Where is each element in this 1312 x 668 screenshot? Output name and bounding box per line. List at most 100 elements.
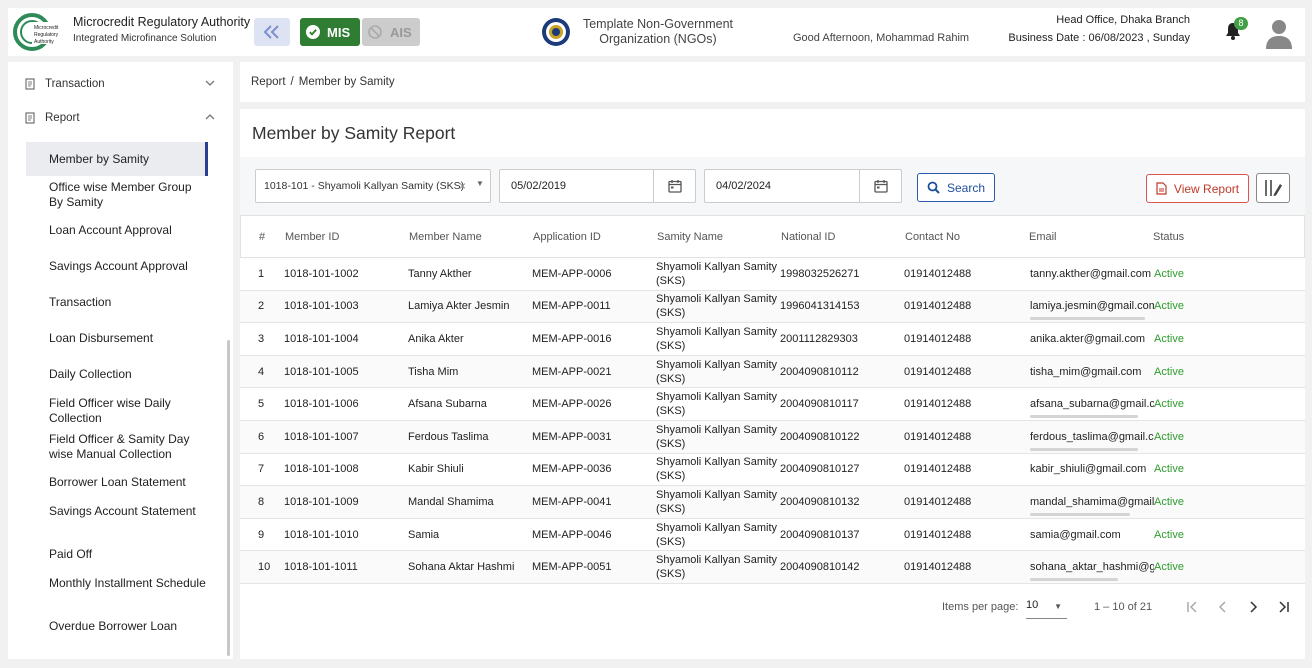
samity-name: Shyamoli Kallyan Samity (SKS) (656, 325, 778, 352)
greeting-text: Good Afternoon, Mohammad Rahim (793, 32, 970, 44)
member-id: 1018-101-1008 (284, 463, 359, 476)
next-page-button[interactable] (1243, 597, 1263, 617)
sidebar-item-daily-collection[interactable]: Daily Collection (26, 367, 208, 382)
member-id: 1018-101-1010 (284, 528, 359, 541)
status-badge: Active (1154, 561, 1184, 574)
email-scrollbar[interactable] (1030, 317, 1145, 321)
sidebar-item-borrower-loan-statement[interactable]: Borrower Loan Statement (26, 475, 208, 490)
member-name: Tisha Mim (408, 365, 459, 378)
sidebar-item-member-by-samity[interactable]: Member by Samity (26, 142, 208, 176)
member-name: Samia (408, 528, 440, 541)
column-header[interactable]: Samity Name (657, 216, 723, 257)
collapse-sidebar-button[interactable] (254, 18, 290, 46)
column-header[interactable]: Application ID (533, 216, 601, 257)
calendar-button[interactable] (859, 170, 901, 202)
calendar-button[interactable] (653, 170, 695, 202)
member-id: 1018-101-1002 (284, 267, 359, 280)
clear-icon[interactable]: × (459, 179, 466, 193)
samity-name: Shyamoli Kallyan Samity (SKS) (656, 293, 778, 320)
email-scrollbar[interactable] (1030, 577, 1118, 581)
table-row[interactable]: 5 1018-101-1006 Afsana Subarna MEM-APP-0026… (240, 388, 1305, 421)
table-row[interactable]: 7 1018-101-1008 Kabir Shiuli MEM-APP-0036 Sh… (240, 453, 1305, 487)
from-date-field[interactable]: 05/02/2019 (499, 169, 696, 203)
row-number: 6 (258, 430, 265, 443)
national-id: 1996041314153 (780, 300, 860, 313)
sidebar-item-paid-off[interactable]: Paid Off (26, 547, 208, 562)
table-row[interactable]: 4 1018-101-1005 Tisha Mim MEM-APP-0021 Shyam… (240, 355, 1305, 389)
table-row[interactable]: 9 1018-101-1010 Samia MEM-APP-0046 Shyamoli … (240, 518, 1305, 552)
sidebar-item-overdue-borrower-loan[interactable]: Overdue Borrower Loan (26, 619, 208, 634)
application-id: MEM-APP-0051 (532, 561, 612, 574)
chevron-down-icon (205, 80, 215, 86)
table-row[interactable]: 2 1018-101-1003 Lamiya Akter Jesmin MEM-APP… (240, 290, 1305, 324)
sidebar-item-loan-disbursement[interactable]: Loan Disbursement (26, 331, 208, 346)
caret-down-icon: ▼ (476, 179, 484, 188)
sidebar-item-savings-account-statement[interactable]: Savings Account Statement (26, 504, 208, 519)
sidebar-scrollbar[interactable] (227, 340, 230, 656)
column-header[interactable]: # (259, 216, 265, 257)
main-panel: Member by Samity Report 1018-101 - Shyam… (240, 109, 1305, 659)
member-id: 1018-101-1005 (284, 365, 359, 378)
column-header[interactable]: National ID (781, 216, 835, 257)
table-row[interactable]: 3 1018-101-1004 Anika Akter MEM-APP-0016 Shy… (240, 323, 1305, 356)
samity-name: Shyamoli Kallyan Samity (SKS) (656, 554, 778, 581)
view-report-label: View Report (1173, 181, 1240, 196)
sidebar-group-report[interactable]: Report (25, 108, 215, 128)
user-avatar-icon[interactable] (1264, 17, 1294, 49)
application-id: MEM-APP-0021 (532, 365, 612, 378)
table-row[interactable]: 6 1018-101-1007 Ferdous Taslima MEM-APP-003… (240, 420, 1305, 454)
blocked-icon (368, 25, 382, 39)
calendar-icon (873, 180, 888, 193)
sidebar-item-loan-account-approval[interactable]: Loan Account Approval (26, 223, 208, 238)
member-name: Tanny Akther (408, 267, 472, 280)
to-date-field[interactable]: 04/02/2024 (704, 169, 902, 203)
column-header[interactable]: Member Name (409, 216, 482, 257)
contact-no: 01914012488 (904, 495, 972, 508)
contact-no: 01914012488 (904, 463, 972, 476)
previous-page-button[interactable] (1213, 597, 1233, 617)
email: tisha_mim@gmail.com (1030, 365, 1142, 378)
view-report-button[interactable]: View Report (1146, 174, 1249, 203)
status-badge: Active (1154, 430, 1184, 443)
table-row[interactable]: 10 1018-101-1011 Sohana Aktar Hashmi MEM-AP… (240, 551, 1305, 584)
from-date-value: 05/02/2019 (511, 180, 567, 192)
status-badge: Active (1154, 463, 1184, 476)
table-row[interactable]: 8 1018-101-1009 Mandal Shamima MEM-APP-0041… (240, 486, 1305, 519)
calendar-icon (667, 180, 682, 193)
national-id: 2004090810137 (780, 528, 860, 541)
organization-name-line2: Organization (NGOs) (599, 32, 717, 46)
email-scrollbar[interactable] (1030, 512, 1130, 516)
mis-label: MIS (327, 24, 351, 40)
sidebar-item-field-officer-daily-collection[interactable]: Field Officer wise Daily Collection (26, 396, 208, 426)
svg-text:Authority: Authority (34, 39, 54, 45)
column-header[interactable]: Email (1029, 216, 1057, 257)
email-scrollbar[interactable] (1030, 447, 1138, 451)
mis-toggle-button[interactable]: MIS (300, 18, 360, 46)
samity-select-value: 1018-101 - Shyamoli Kallyan Samity (SKS) (264, 180, 465, 192)
table-row[interactable]: 1 1018-101-1002 Tanny Akther MEM-APP-0006 Sh… (240, 258, 1305, 291)
column-header[interactable]: Member ID (285, 216, 339, 257)
sidebar-item-office-wise-member-group[interactable]: Office wise Member Group By Samity (26, 180, 208, 210)
items-per-page-select[interactable]: 10 ▼ (1026, 599, 1067, 619)
search-button[interactable]: Search (917, 173, 995, 202)
first-page-button[interactable] (1183, 597, 1203, 617)
sidebar-item-transaction[interactable]: Transaction (26, 295, 208, 310)
samity-select[interactable]: 1018-101 - Shyamoli Kallyan Samity (SKS)… (255, 169, 491, 203)
column-settings-button[interactable] (1256, 173, 1290, 203)
email: kabir_shiuli@gmail.com (1030, 463, 1147, 476)
status-badge: Active (1154, 495, 1184, 508)
table-body: 1 1018-101-1002 Tanny Akther MEM-APP-0006 Sh… (240, 258, 1305, 584)
row-number: 7 (258, 463, 265, 476)
breadcrumb-root[interactable]: Report (251, 76, 286, 88)
sidebar-item-field-officer-samity-day-collection[interactable]: Field Officer & Samity Day wise Manual C… (26, 432, 208, 462)
email-scrollbar[interactable] (1030, 414, 1138, 418)
sidebar-group-transaction[interactable]: Transaction (25, 74, 215, 94)
sidebar-item-savings-account-approval[interactable]: Savings Account Approval (26, 259, 208, 274)
application-id: MEM-APP-0031 (532, 430, 612, 443)
last-page-button[interactable] (1273, 597, 1293, 617)
sidebar-item-monthly-installment-schedule[interactable]: Monthly Installment Schedule (26, 576, 208, 591)
column-edit-icon (1265, 180, 1282, 196)
column-header[interactable]: Status (1153, 216, 1184, 257)
ais-toggle-button[interactable]: AIS (362, 18, 420, 46)
column-header[interactable]: Contact No (905, 216, 960, 257)
